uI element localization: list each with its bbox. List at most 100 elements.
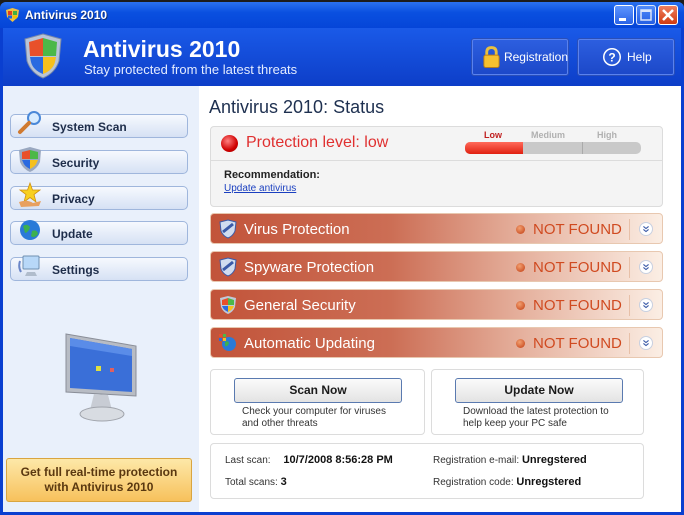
last-scan-value: 10/7/2008 8:56:28 PM [283,454,393,466]
component-row-spyware-protection[interactable]: Spyware Protection NOT FOUND [210,251,663,282]
expand-chevron-icon[interactable] [639,336,653,350]
sidebar-item-settings[interactable]: Settings [10,255,188,281]
last-scan-row: Last scan: 10/7/2008 8:56:28 PM [225,454,393,466]
status-dot-icon [516,225,525,234]
help-label: Help [627,50,652,64]
globe-icon [20,220,40,240]
component-status: NOT FOUND [533,221,622,238]
component-label: Spyware Protection [244,259,375,276]
expand-chevron-icon[interactable] [639,222,653,236]
component-label: Automatic Updating [244,335,375,352]
monitor-illustration [65,333,137,422]
padlock-icon [483,46,500,68]
app-subtitle: Stay protected from the latest threats [84,62,298,77]
magnifier-icon [18,111,41,134]
update-action-box: Update Now Download the latest protectio… [431,369,644,435]
minimize-icon [619,18,626,21]
reg-email-row: Registration e-mail: Unregstered [433,454,587,466]
main-panel: Antivirus 2010: Status Protection level:… [199,86,681,512]
component-label: General Security [244,297,356,314]
sidebar-item-label: Settings [52,263,100,277]
upgrade-promo-button[interactable]: Get full real-time protection with Antiv… [6,458,192,502]
divider [629,219,630,240]
app-shield-icon [6,8,19,22]
shield-icon [219,219,237,239]
desc-line: Download the latest protection to [463,406,609,417]
update-now-button[interactable]: Update Now [455,378,623,403]
maximize-button[interactable] [636,5,656,25]
component-row-virus-protection[interactable]: Virus Protection NOT FOUND [210,213,663,244]
protection-level-label: Protection level: low [246,134,389,151]
maximize-icon [640,9,652,21]
desc-line: and other threats [242,418,318,429]
help-icon: ? [603,48,621,66]
component-status: NOT FOUND [533,297,622,314]
divider [629,295,630,316]
desc-line: help keep your PC safe [463,418,567,429]
level-low-label: Low [484,130,502,140]
reg-email-value: Unregstered [521,454,587,466]
reg-code-label: Registration code: [433,477,514,488]
total-scans-label: Total scans: [225,477,278,488]
app-header: Antivirus 2010 Stay protected from the l… [3,28,681,86]
status-dot-icon [516,301,525,310]
sidebar-item-system-scan[interactable]: System Scan [10,111,188,138]
minimize-button[interactable] [614,5,634,25]
promo-line-2: with Antivirus 2010 [44,480,154,494]
svg-text:?: ? [608,51,615,65]
component-status: NOT FOUND [533,259,622,276]
shield-icon [19,147,41,172]
red-status-icon [221,135,238,152]
status-dot-icon [516,263,525,272]
protection-meter-fill [465,142,524,154]
reg-email-label: Registration e-mail: [433,455,520,466]
scan-now-button[interactable]: Scan Now [234,378,402,403]
last-scan-label: Last scan: [225,455,271,466]
window-title: Antivirus 2010 [25,8,108,22]
level-high-label: High [597,130,617,140]
sidebar-item-label: Privacy [52,192,95,206]
sidebar-item-label: Security [52,156,100,170]
windows-shield-icon [24,33,62,79]
expand-chevron-icon[interactable] [639,298,653,312]
reg-code-value: Unregstered [516,476,582,488]
sidebar-item-security[interactable]: Security [10,147,188,174]
total-scans-value: 3 [280,476,287,488]
sidebar-item-update[interactable]: Update [10,220,188,245]
sidebar-item-label: System Scan [52,120,127,134]
app-title: Antivirus 2010 [83,36,241,62]
star-hand-icon [18,182,42,207]
scan-action-box: Scan Now Check your computer for viruses… [210,369,425,435]
help-button[interactable]: ? Help [577,38,675,76]
page-title: Antivirus 2010: Status [209,97,385,117]
sidebar-item-label: Update [52,227,93,241]
component-row-general-security[interactable]: General Security NOT FOUND [210,289,663,320]
windows-update-icon [219,334,236,351]
computer-settings-icon [18,255,40,276]
close-button[interactable] [658,5,678,25]
windows-shield-icon [220,296,236,314]
promo-line-1: Get full real-time protection [20,465,178,479]
shield-icon [219,257,237,277]
expand-chevron-icon[interactable] [639,260,653,274]
recommendation-label: Recommendation: [224,169,320,181]
protection-status-panel: Protection level: low Low Medium High Re… [210,126,663,207]
status-dot-icon [516,339,525,348]
close-icon [662,9,674,21]
scan-info-box: Last scan: 10/7/2008 8:56:28 PM Total sc… [210,443,644,499]
update-antivirus-link[interactable]: Update antivirus [224,183,296,194]
protection-meter [465,142,641,154]
component-row-automatic-updating[interactable]: Automatic Updating NOT FOUND [210,327,663,358]
component-status: NOT FOUND [533,335,622,352]
registration-button[interactable]: Registration [471,38,569,76]
level-medium-label: Medium [531,130,566,140]
protection-level-row: Protection level: low Low Medium High [211,127,662,161]
total-scans-row: Total scans: 3 [225,476,287,488]
sidebar-item-privacy[interactable]: Privacy [10,182,188,210]
app-window: Antivirus 2010 Antivirus 2010 Stay prote… [0,2,684,515]
title-bar[interactable]: Antivirus 2010 [0,2,684,28]
meter-divider [582,142,583,154]
desc-line: Check your computer for viruses [242,406,386,417]
scan-description: Check your computer for viruses and othe… [242,406,417,430]
update-description: Download the latest protection to help k… [463,406,638,430]
